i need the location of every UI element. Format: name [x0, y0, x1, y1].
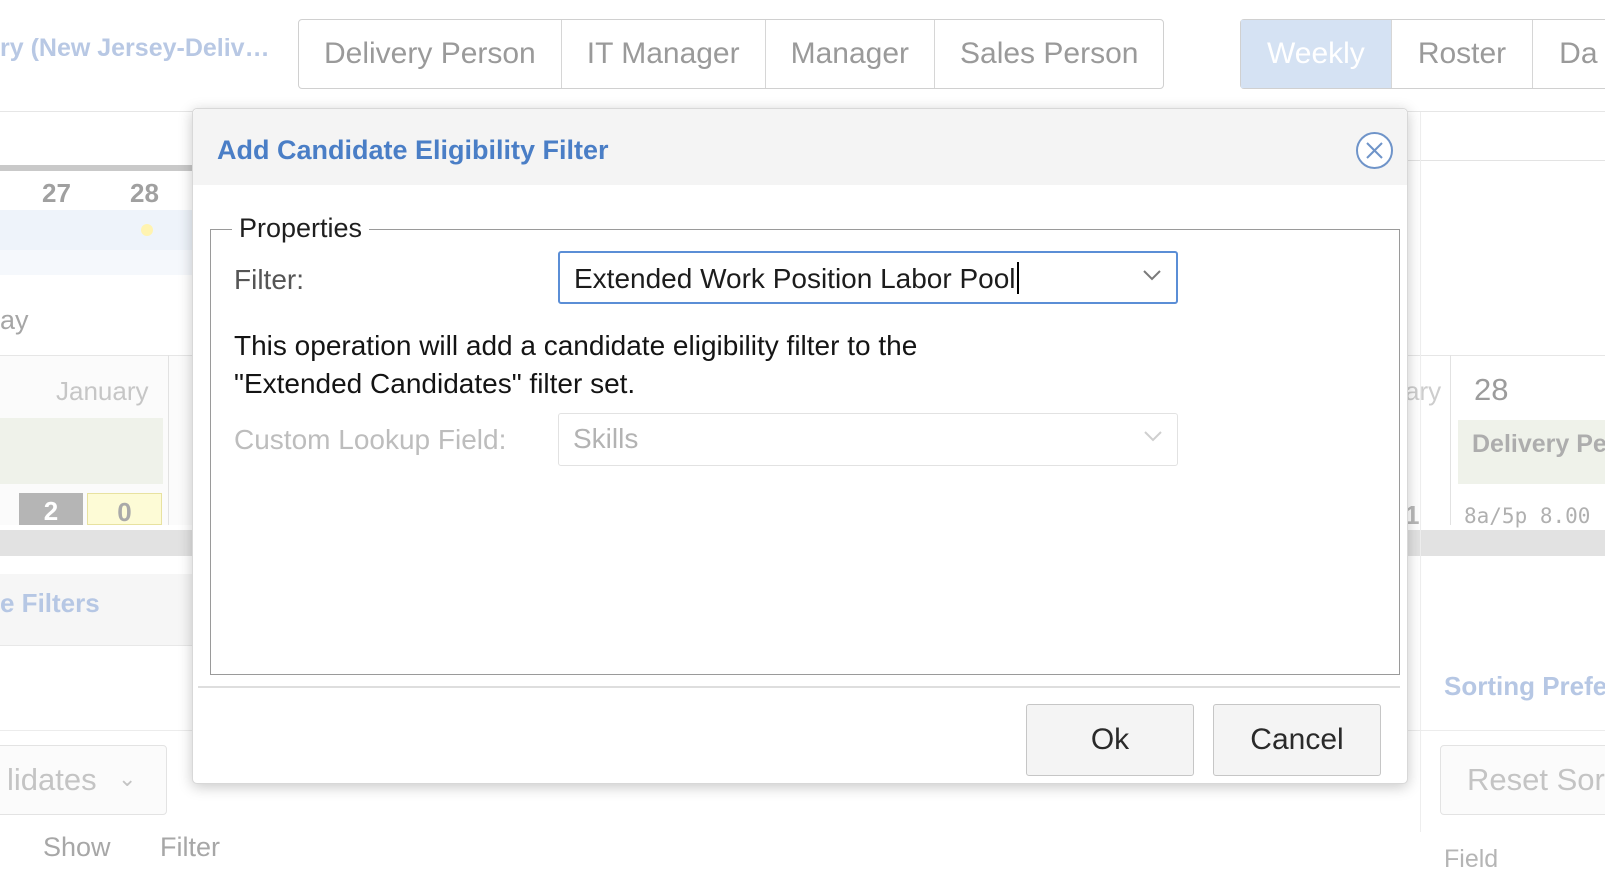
text-caret [1016, 262, 1019, 294]
divider [168, 355, 169, 525]
calendar-day-28[interactable]: 28 [130, 178, 159, 209]
day-label: ay [0, 305, 29, 335]
column-header-field: Field [1444, 845, 1499, 870]
divider [1405, 160, 1605, 161]
description-line: This operation will add a candidate elig… [234, 330, 918, 361]
dialog-footer-divider [198, 686, 1400, 688]
reset-sort-button[interactable]: Reset Sor [1440, 745, 1605, 815]
view-tabs: Weekly Roster Da [1240, 19, 1605, 89]
tab-weekly[interactable]: Weekly [1241, 20, 1392, 88]
week-row-2 [0, 250, 195, 275]
tab-sales-person[interactable]: Sales Person [935, 20, 1163, 88]
properties-legend: Properties [232, 213, 370, 244]
chevron-down-icon [1143, 270, 1161, 281]
divider [1450, 355, 1451, 525]
filters-heading: e Filters [0, 588, 100, 618]
tab-roster[interactable]: Roster [1392, 20, 1534, 88]
ok-button[interactable]: Ok [1026, 704, 1194, 776]
description-line: "Extended Candidates" filter set. [234, 368, 636, 399]
role-tabs: Delivery Person IT Manager Manager Sales… [298, 19, 1165, 89]
dialog-title: Add Candidate Eligibility Filter [217, 135, 609, 165]
month-label-right: ary [1405, 376, 1442, 406]
tab-day[interactable]: Da [1533, 20, 1605, 88]
sorting-preferences-heading: Sorting Prefe [1444, 671, 1605, 701]
custom-lookup-label: Custom Lookup Field: [234, 424, 507, 455]
filter-select-value: Extended Work Position Labor Pool [574, 262, 1019, 295]
shift-role-cell[interactable]: Delivery Pe [1458, 420, 1605, 484]
column-header-filter: Filter [160, 832, 220, 862]
shift-cell [0, 418, 163, 484]
custom-lookup-select[interactable]: Skills [558, 413, 1178, 466]
tab-it-manager[interactable]: IT Manager [562, 20, 766, 88]
custom-lookup-value: Skills [573, 423, 639, 454]
cancel-button[interactable]: Cancel [1213, 704, 1381, 776]
count-badge: 2 [19, 493, 83, 526]
chevron-down-icon [1144, 431, 1162, 442]
month-label: January [56, 376, 149, 406]
filter-label: Filter: [234, 264, 304, 295]
calendar-day-27[interactable]: 27 [42, 178, 71, 209]
indicator-dot-icon [141, 224, 153, 236]
filter-select[interactable]: Extended Work Position Labor Pool [558, 251, 1178, 304]
chevron-down-icon: ⌄ [118, 766, 137, 791]
shift-time: 8a/5p 8.00 [1464, 504, 1591, 528]
divider [1420, 112, 1421, 832]
tab-delivery-person[interactable]: Delivery Person [299, 20, 562, 88]
filter-set-select[interactable]: lidates [0, 745, 167, 815]
column-header-show: Show [43, 832, 111, 862]
operation-description: This operation will add a candidate elig… [234, 327, 1014, 403]
count-badge: 0 [87, 493, 162, 527]
calendar-strip [0, 165, 195, 171]
week-row [0, 210, 195, 250]
region-title: ry (New Jersey-Deliv… [0, 34, 270, 62]
top-bar: ry (New Jersey-Deliv… Delivery Person IT… [0, 0, 1605, 112]
dialog-header: Add Candidate Eligibility Filter [193, 109, 1407, 185]
close-icon [1366, 142, 1383, 159]
close-button[interactable] [1356, 132, 1393, 169]
tab-manager[interactable]: Manager [766, 20, 936, 88]
day-header: 28 [1474, 372, 1509, 407]
